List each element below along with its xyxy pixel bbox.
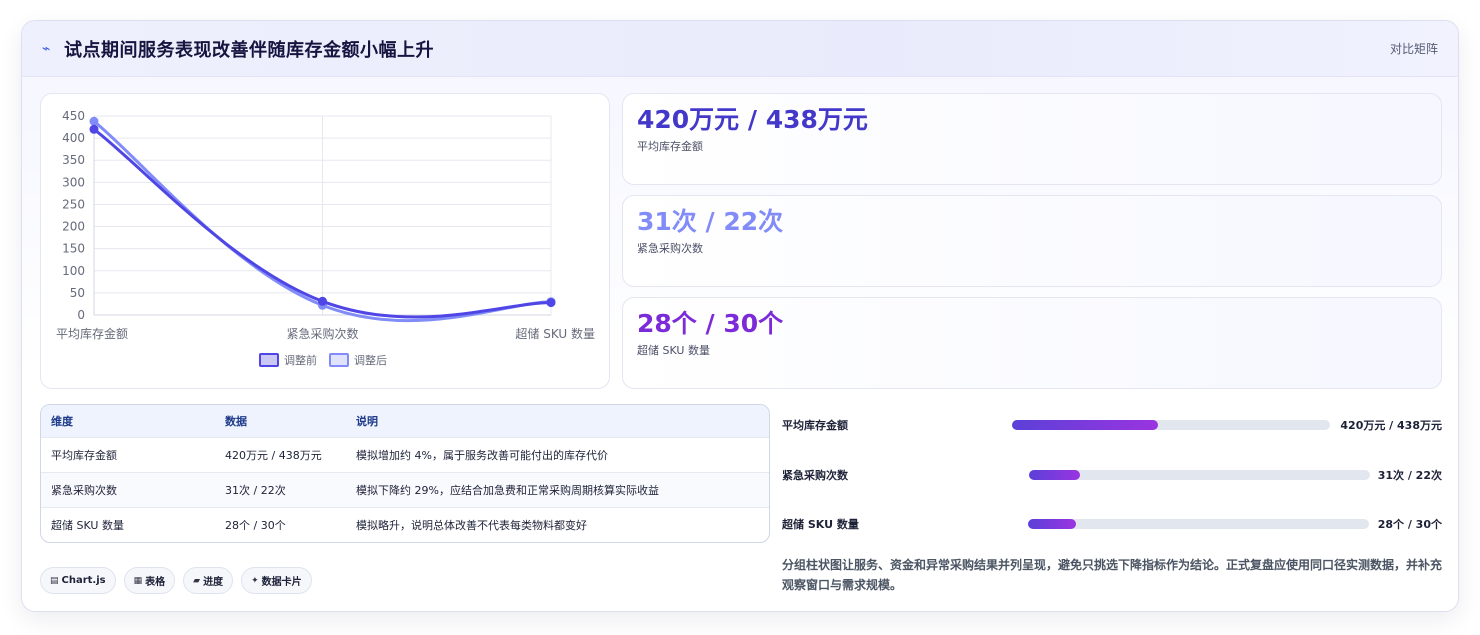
progress-value: 31次 / 22次 bbox=[1377, 469, 1442, 482]
progress-row-overstock: 超储 SKU 数量 28个 / 30个 bbox=[782, 514, 1442, 534]
pill-label: 表格 bbox=[145, 577, 166, 588]
data-point bbox=[318, 296, 327, 306]
data-point bbox=[89, 116, 99, 126]
progress-label: 平均库存金额 bbox=[782, 419, 848, 432]
tech-pills: ▤ Chart.js ▦ 表格 ▰ 进度 ✦ 数据卡片 bbox=[40, 567, 312, 594]
progress-icon: ▰ bbox=[193, 575, 201, 586]
progress-row-urgent: 紧急采购次数 31次 / 22次 bbox=[782, 465, 1442, 485]
y-tick-label: 150 bbox=[62, 242, 85, 256]
pill-label: Chart.js bbox=[61, 575, 106, 586]
pill-data-card[interactable]: ✦ 数据卡片 bbox=[241, 567, 312, 594]
note-text: 分组柱状图让服务、资金和异常采购结果并列呈现，避免只挑选下降指标作为结论。正式复… bbox=[782, 558, 1443, 592]
y-tick-label: 400 bbox=[62, 131, 85, 145]
stat-value: 28个 / 30个 bbox=[637, 309, 784, 338]
y-tick-label: 0 bbox=[77, 308, 85, 322]
y-tick-label: 300 bbox=[62, 175, 85, 189]
pill-chartjs[interactable]: ▤ Chart.js bbox=[40, 567, 116, 594]
x-tick-label: 平均库存金额 bbox=[56, 326, 128, 341]
progress-fill bbox=[1029, 470, 1081, 480]
table-cell: 模拟略升，说明总体改善不代表每类物料都变好 bbox=[356, 519, 587, 532]
data-point bbox=[546, 298, 556, 308]
data-point bbox=[89, 124, 99, 134]
y-tick-label: 450 bbox=[62, 109, 85, 123]
pill-label: 数据卡片 bbox=[261, 577, 302, 588]
view-tag[interactable]: 对比矩阵 bbox=[1390, 40, 1438, 57]
x-tick-label: 超储 SKU 数量 bbox=[515, 326, 595, 341]
table-header-cell: 维度 bbox=[51, 415, 73, 428]
table-header-cell: 数据 bbox=[225, 415, 247, 428]
line-chart: 0 50 100 150 200 250 300 350 400 450 平均库存金额 紧急采购次数 超… bbox=[40, 93, 610, 389]
progress-track bbox=[1029, 470, 1370, 480]
y-tick-label: 250 bbox=[62, 197, 85, 211]
chart-icon: ▤ bbox=[50, 575, 59, 586]
progress-fill bbox=[1028, 519, 1076, 529]
y-tick-label: 50 bbox=[70, 286, 85, 300]
y-tick-label: 200 bbox=[62, 220, 85, 234]
progress-fill bbox=[1012, 420, 1159, 430]
y-tick-label: 100 bbox=[62, 264, 85, 278]
table-row: 超储 SKU 数量 28个 / 30个 模拟略升，说明总体改善不代表每类物料都变… bbox=[41, 507, 769, 542]
table-cell: 28个 / 30个 bbox=[225, 519, 286, 532]
table-header-row: 维度 数据 说明 bbox=[41, 405, 769, 437]
stat-label: 超储 SKU 数量 bbox=[637, 344, 710, 357]
stat-card-overstock: 28个 / 30个 超储 SKU 数量 bbox=[622, 297, 1442, 389]
data-table: 维度 数据 说明 平均库存金额 420万元 / 438万元 模拟增加约 4%，属… bbox=[40, 404, 770, 543]
stat-card-inventory: 420万元 / 438万元 平均库存金额 bbox=[622, 93, 1442, 185]
stat-label: 平均库存金额 bbox=[637, 140, 703, 153]
table-cell: 平均库存金额 bbox=[51, 449, 117, 462]
progress-value: 420万元 / 438万元 bbox=[1340, 419, 1442, 432]
table-cell: 31次 / 22次 bbox=[225, 484, 286, 497]
stat-value: 31次 / 22次 bbox=[637, 207, 784, 236]
table-header-cell: 说明 bbox=[356, 415, 378, 428]
progress-track bbox=[1012, 420, 1330, 430]
progress-label: 超储 SKU 数量 bbox=[782, 518, 859, 531]
pill-progress[interactable]: ▰ 进度 bbox=[183, 567, 234, 594]
progress-row-inventory: 平均库存金额 420万元 / 438万元 bbox=[782, 415, 1442, 435]
progress-track bbox=[1028, 519, 1369, 529]
legend-label: 调整后 bbox=[354, 353, 387, 367]
progress-label: 紧急采购次数 bbox=[782, 469, 848, 482]
progress-value: 28个 / 30个 bbox=[1377, 518, 1442, 531]
table-cell: 模拟增加约 4%，属于服务改善可能付出的库存代价 bbox=[356, 449, 608, 462]
comparison-card: ⌁ 试点期间服务表现改善伴随库存金额小幅上升 对比矩阵 0 50 100 150 200… bbox=[21, 20, 1459, 612]
card-header: ⌁ 试点期间服务表现改善伴随库存金额小幅上升 对比矩阵 bbox=[22, 21, 1458, 77]
table-cell: 紧急采购次数 bbox=[51, 484, 117, 497]
stat-label: 紧急采购次数 bbox=[637, 242, 703, 255]
legend-swatch bbox=[329, 353, 349, 367]
pill-label: 进度 bbox=[203, 577, 224, 588]
x-tick-label: 紧急采购次数 bbox=[286, 326, 358, 341]
table-cell: 420万元 / 438万元 bbox=[225, 449, 322, 462]
legend-label: 调整前 bbox=[284, 353, 317, 367]
stat-value: 420万元 / 438万元 bbox=[637, 105, 868, 134]
table-icon: ▦ bbox=[133, 575, 143, 586]
y-tick-label: 350 bbox=[62, 153, 85, 167]
table-row: 平均库存金额 420万元 / 438万元 模拟增加约 4%，属于服务改善可能付出… bbox=[41, 437, 769, 472]
sparkle-icon: ✦ bbox=[251, 575, 259, 586]
table-cell: 超储 SKU 数量 bbox=[51, 519, 124, 532]
zap-icon: ⌁ bbox=[42, 40, 51, 57]
table-cell: 模拟下降约 29%，应结合加急费和正常采购周期核算实际收益 bbox=[356, 484, 659, 497]
card-title: 试点期间服务表现改善伴随库存金额小幅上升 bbox=[64, 39, 434, 61]
table-row: 紧急采购次数 31次 / 22次 模拟下降约 29%，应结合加急费和正常采购周期… bbox=[41, 472, 769, 507]
pill-table[interactable]: ▦ 表格 bbox=[123, 567, 176, 594]
legend-swatch bbox=[259, 353, 279, 367]
chart-svg: 0 50 100 150 200 250 300 350 400 450 平均库存金额 紧急采购次数 超… bbox=[56, 109, 595, 367]
stat-card-urgent: 31次 / 22次 紧急采购次数 bbox=[622, 195, 1442, 287]
